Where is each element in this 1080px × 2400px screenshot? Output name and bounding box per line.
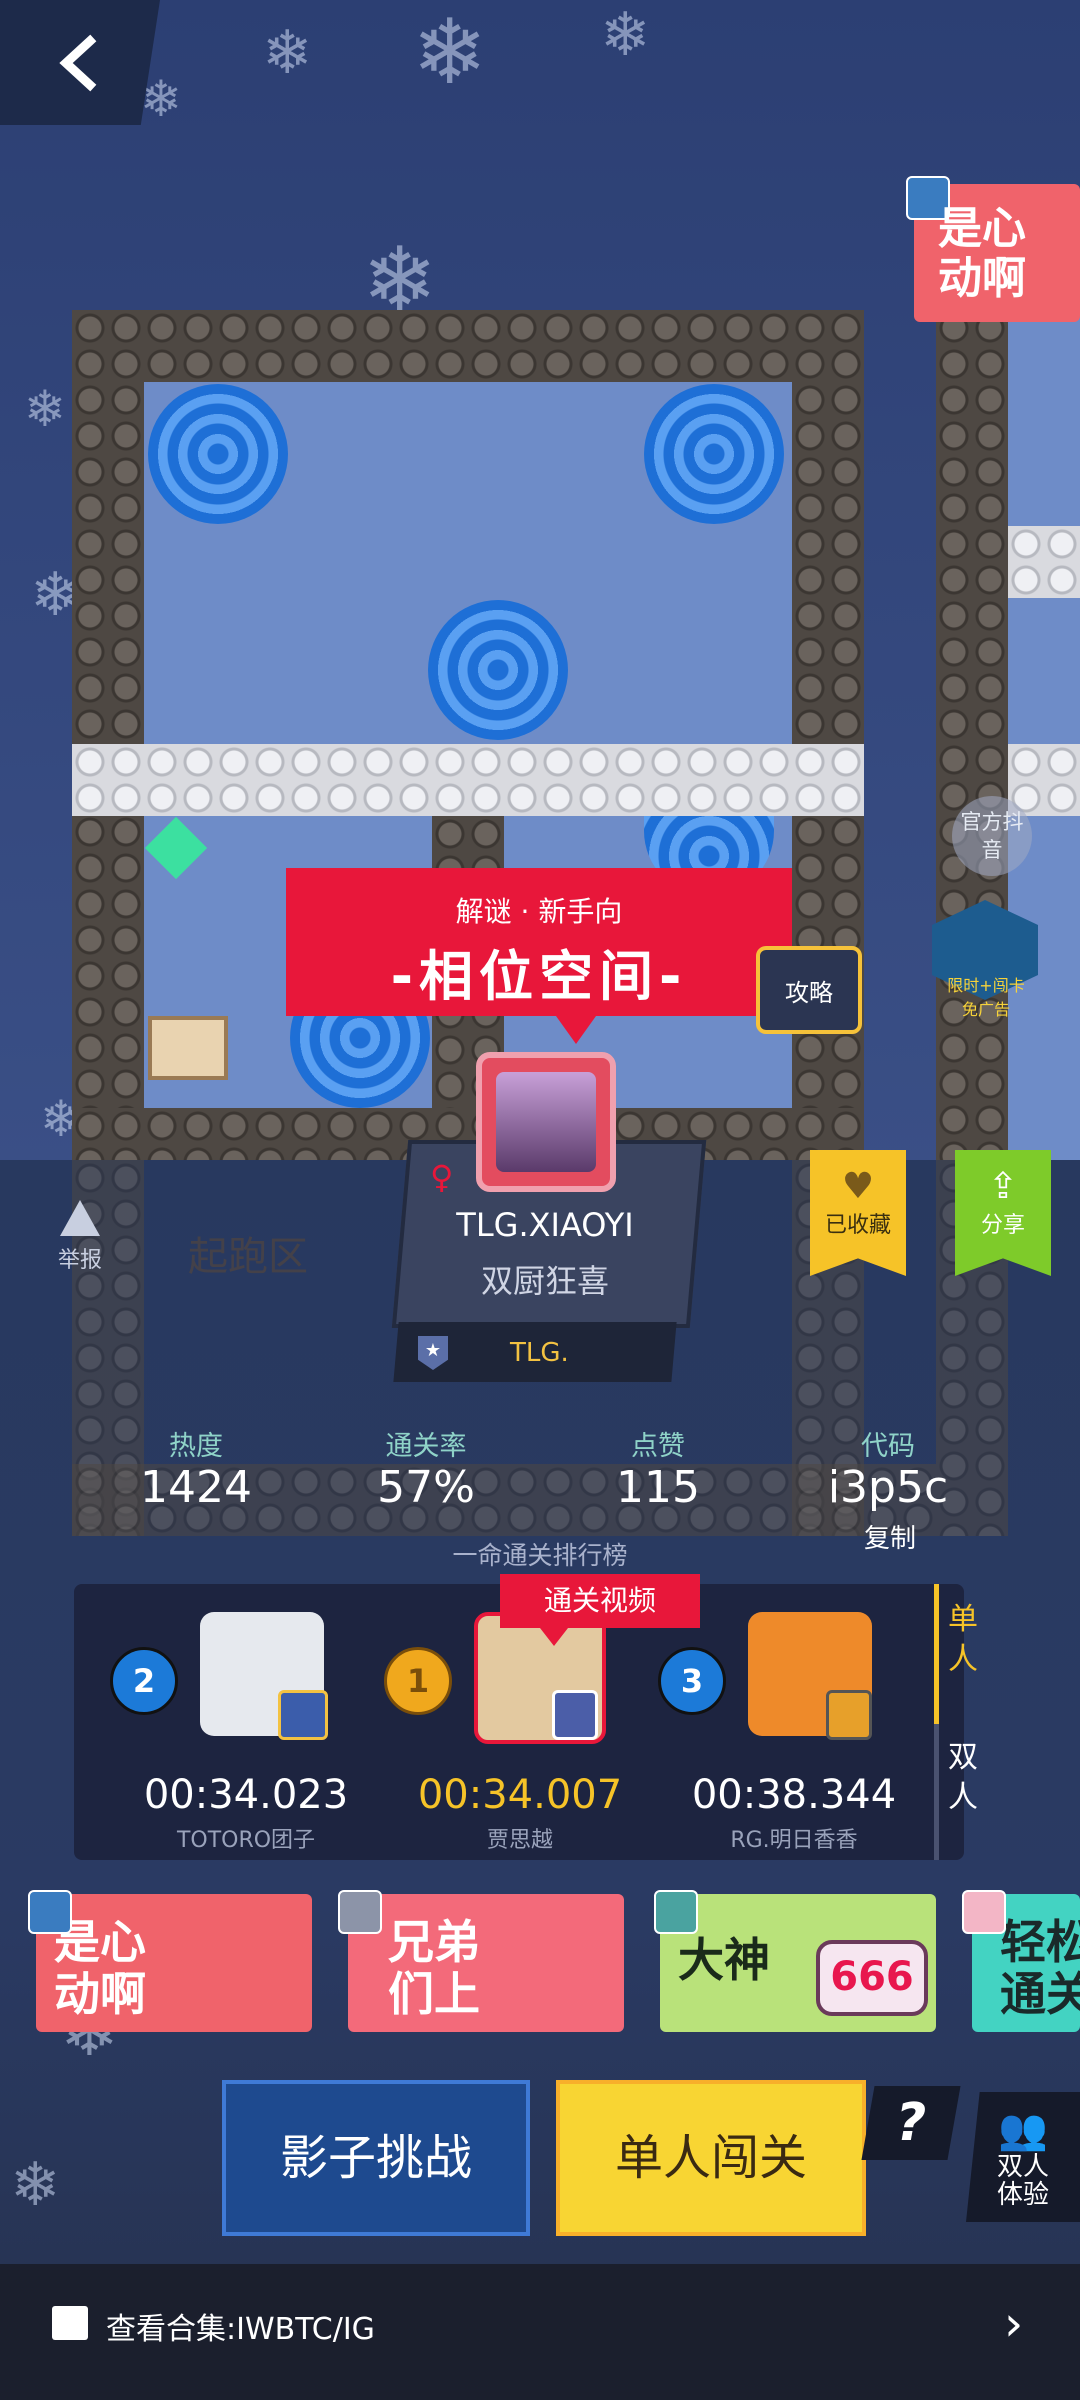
player-badge-icon [552,1690,598,1740]
share-icon: ⇪ [987,1166,1019,1207]
report-label: 举报 [57,1248,102,1273]
pass-rate-label: 通关率 [385,1431,467,1462]
portal-swirl [428,600,568,740]
sticker-button[interactable]: 是心 动啊 [36,1894,312,2032]
collection-label: 查看合集:IWBTC/IG [106,2312,375,2347]
player-name: RG.明日香香 [730,1828,858,1853]
sticker-text: 轻松 通关 [1000,1915,1080,2021]
stack-icon [52,2306,88,2340]
wall [72,310,864,382]
tab-double[interactable]: 双人 [945,1738,981,1818]
ad-free-label: 限时+闯卡 免广告 [947,976,1025,1019]
duo-trial-button[interactable]: 👥 双人 体验 [966,2092,1080,2222]
player-name: 贾思越 [486,1828,553,1853]
sticker-text: 兄弟 们上 [388,1915,480,2021]
number-badge: 666 [816,1940,928,2016]
report-button[interactable]: 举报 [50,1200,110,1274]
sticker-text: 大神 [678,1933,770,1987]
help-button[interactable]: ? [861,2086,961,2160]
portal-swirl [644,384,784,524]
ice-platform [1008,526,1080,598]
level-title: -相位空间- [390,945,688,1008]
gender-icon: ♀ [430,1158,454,1196]
avatar [654,1890,698,1934]
author-title: 双厨狂喜 [480,1262,609,1300]
rank-badge: 3 [658,1647,726,1715]
share-button[interactable]: ⇪ 分享 [955,1150,1051,1276]
back-button[interactable] [0,0,160,125]
level-title-banner: 解谜 · 新手向 -相位空间- [286,868,792,1044]
snowflake-icon: ❄ [412,0,488,105]
snowflake-icon: ❄ [10,2150,61,2220]
chevron-right-icon[interactable]: › [1004,2296,1023,2352]
player-name: TOTORO团子 [176,1828,316,1853]
player-time: 00:38.344 [691,1772,897,1818]
tab-single[interactable]: 单人 [945,1600,981,1680]
heat-value: 1424 [140,1462,252,1513]
sticker-button[interactable]: 兄弟 们上 [348,1894,624,2032]
avatar [962,1890,1006,1934]
author-name: TLG.XIAOYI [456,1206,634,1244]
official-douyin-button[interactable]: 官方抖音 [952,796,1032,876]
ice-platform [72,744,864,816]
chevron-left-icon [59,34,97,91]
snowflake-icon: ❄ [24,380,66,438]
single-play-button[interactable]: 单人闯关 [556,2080,866,2236]
shadow-challenge-button[interactable]: 影子挑战 [222,2080,530,2236]
guide-button[interactable]: 攻略 [756,946,862,1034]
avatar [28,1890,72,1934]
rank-badge: 1 [384,1647,452,1715]
ice-platform [1008,744,1080,816]
code-value: i3p5c [827,1462,949,1513]
start-zone-label: 起跑区 [188,1234,308,1280]
avatar [338,1890,382,1934]
player-time: 00:34.007 [417,1772,623,1818]
portal-swirl [148,384,288,524]
likes-label: 点赞 [631,1431,685,1462]
sticker-text: 是心 动啊 [938,203,1026,304]
sign-icon [148,1016,228,1080]
duo-label: 双人 体验 [996,2152,1049,2210]
clear-video-button[interactable]: 通关视频 [500,1574,700,1646]
player-time: 00:34.023 [143,1772,349,1818]
player-badge-icon [826,1690,872,1740]
snowflake-icon: ❄ [600,0,651,70]
heart-icon: ♥ [841,1166,875,1207]
warning-icon [60,1200,100,1236]
favorite-button[interactable]: ♥ 已收藏 [810,1150,906,1276]
code-label: 代码 [861,1431,915,1462]
level-tags: 解谜 · 新手向 [455,895,623,928]
team-name: TLG. [510,1338,569,1368]
leaderboard-title: 一命通关排行榜 [452,1541,628,1570]
favorite-label: 已收藏 [824,1213,891,1238]
likes-value: 115 [616,1462,700,1513]
heat-label: 热度 [169,1431,223,1462]
copy-code-button[interactable]: 复制 [810,1518,970,1555]
player-badge-icon [278,1690,328,1740]
two-people-icon: 👥 [998,2107,1048,2153]
pass-rate-value: 57% [377,1462,475,1513]
sticker-button[interactable]: 大神 666 [660,1894,936,2032]
author-avatar[interactable] [476,1052,616,1192]
share-label: 分享 [980,1213,1025,1238]
leaderboard-tabs: 单人 双人 [938,1584,988,1860]
snowflake-icon: ❄ [262,18,313,88]
rank-badge: 2 [110,1647,178,1715]
